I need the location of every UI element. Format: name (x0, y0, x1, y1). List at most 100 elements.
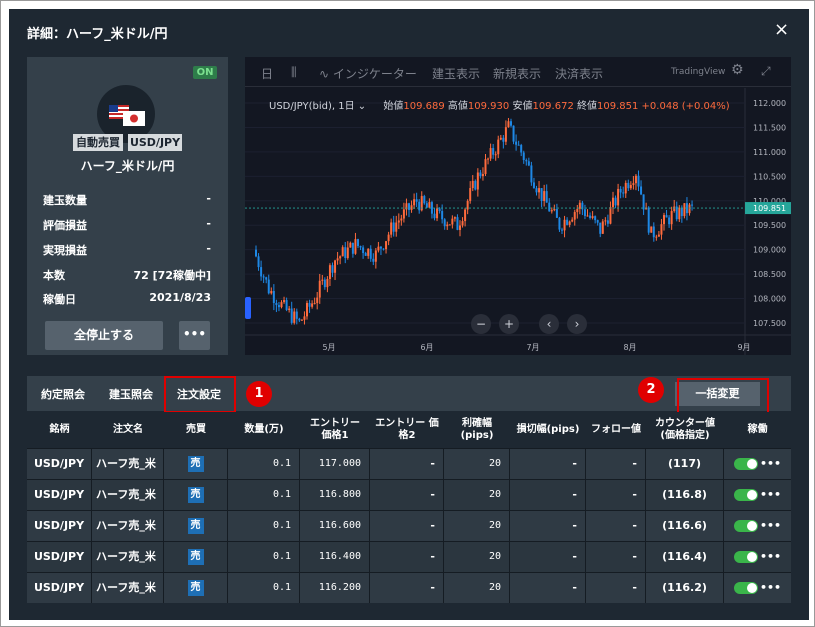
candle-body (410, 205, 413, 210)
col-take-profit: 利確幅 (pips) (460, 418, 494, 441)
ohlc-open: 109.689 (403, 101, 445, 112)
candle-body (364, 253, 367, 256)
sl-cell: - (510, 449, 586, 479)
counter-cell: (117) (646, 449, 724, 479)
tp-cell: 20 (444, 511, 510, 541)
table-row[interactable]: USD/JPY ハーフ売_米売 0.1 116.800-20- - (116.8) ••• (27, 479, 791, 510)
candle-body (479, 172, 482, 177)
sl-cell: - (510, 573, 586, 603)
x-tick-label: 8月 (623, 343, 636, 352)
candle-body (634, 175, 637, 184)
candle-body (260, 267, 263, 277)
candle-body (624, 182, 627, 194)
active-toggle[interactable] (733, 520, 758, 532)
y-tick-label: 109.500 (753, 221, 786, 230)
active-toggle[interactable] (733, 489, 758, 501)
side-cell: 売 (164, 449, 228, 479)
info-row-position: 建玉数量 - (43, 192, 211, 208)
candle-body (530, 165, 533, 183)
info-value: 72 [72稼働中] (133, 269, 212, 282)
name-cell: ハーフ売_米 (92, 573, 164, 603)
close-icon[interactable]: × (774, 19, 789, 40)
candle-body (308, 302, 311, 307)
row-more-icon[interactable]: ••• (760, 550, 781, 563)
y-tick-label: 112.000 (753, 99, 786, 108)
x-tick-label: 9月 (737, 343, 750, 352)
candle-body (568, 221, 571, 225)
candle-body (298, 318, 301, 321)
row-more-icon[interactable]: ••• (760, 581, 781, 594)
candle-body (303, 316, 306, 320)
symbol-cell: USD/JPY (27, 573, 92, 603)
candle-body (369, 248, 372, 259)
tp-cell: 20 (444, 542, 510, 572)
ohlc-close: 109.851 (597, 101, 639, 112)
more-button[interactable]: ••• (179, 321, 210, 350)
ohlc-low-label: 安値 (512, 101, 533, 112)
info-value: - (206, 242, 211, 255)
active-toggle[interactable] (733, 551, 758, 563)
candle-body (617, 188, 620, 206)
candle-body (265, 277, 268, 280)
sell-badge: 売 (187, 549, 204, 565)
tab-positions[interactable]: 建玉照会 (109, 386, 153, 402)
candle-body (487, 158, 490, 160)
candle-body (456, 217, 459, 230)
stop-all-button[interactable]: 全停止する (45, 321, 163, 350)
y-tick-label: 110.500 (753, 172, 786, 181)
info-label: 本数 (43, 269, 65, 282)
entry1-cell: 116.800 (300, 480, 370, 510)
ohlc-low: 109.672 (532, 101, 574, 112)
candle-body (650, 226, 653, 233)
candle-body (464, 209, 467, 222)
candle-body (525, 160, 528, 162)
table-row[interactable]: USD/JPY ハーフ売_米売 0.1 116.600-20- - (116.6) ••• (27, 510, 791, 541)
candle-body (395, 222, 398, 232)
name-cell: ハーフ売_米 (92, 542, 164, 572)
table-row[interactable]: USD/JPY ハーフ売_米売 0.1 116.400-20- - (116.4) ••• (27, 541, 791, 572)
candle-body (642, 194, 645, 210)
tab-executions[interactable]: 約定照会 (41, 386, 85, 402)
candle-body (680, 207, 683, 217)
candle-body (326, 278, 329, 288)
symbol-cell: USD/JPY (27, 542, 92, 572)
entry2-cell: - (370, 511, 444, 541)
candle-body (543, 191, 546, 201)
candle-body (255, 249, 257, 257)
row-more-icon[interactable]: ••• (760, 488, 781, 501)
symbol-cell: USD/JPY (27, 480, 92, 510)
candle-body (504, 127, 507, 142)
candle-body (267, 279, 270, 294)
chart-nav-icon: ‹ (547, 317, 552, 331)
active-toggle[interactable] (733, 458, 758, 470)
candle-body (601, 221, 604, 234)
qty-cell: 0.1 (228, 511, 300, 541)
candle-body (290, 308, 293, 323)
status-badge: ON (193, 66, 217, 79)
candle-body (517, 144, 520, 146)
counter-cell: (116.6) (646, 511, 724, 541)
candle-body (647, 207, 650, 233)
sell-badge: 売 (187, 518, 204, 534)
sl-cell: - (510, 542, 586, 572)
name-cell: ハーフ売_米 (92, 511, 164, 541)
active-toggle[interactable] (733, 582, 758, 594)
candle-body (377, 246, 380, 251)
chart-nav-icon: › (575, 317, 580, 331)
candle-body (538, 188, 541, 193)
symbol-label[interactable]: USD/JPY(bid), 1日 (269, 101, 355, 112)
candle-body (425, 203, 428, 208)
candle-body (688, 204, 691, 214)
y-tick-label: 108.500 (753, 270, 786, 279)
row-more-icon[interactable]: ••• (760, 457, 781, 470)
col-order-name: 注文名 (113, 424, 143, 435)
table-row[interactable]: USD/JPY ハーフ売_米売 0.1 116.200-20- - (116.2) ••• (27, 572, 791, 603)
counter-cell: (116.8) (646, 480, 724, 510)
row-more-icon[interactable]: ••• (760, 519, 781, 532)
chevron-down-icon[interactable]: ⌄ (355, 101, 370, 112)
table-row[interactable]: USD/JPY ハーフ売_米売 0.1 117.000-20- - (117) ••• (27, 448, 791, 479)
candle-body (657, 234, 660, 237)
callout-1: 1 (246, 381, 272, 407)
candle-body (280, 302, 283, 308)
active-cell: ••• (724, 449, 791, 479)
